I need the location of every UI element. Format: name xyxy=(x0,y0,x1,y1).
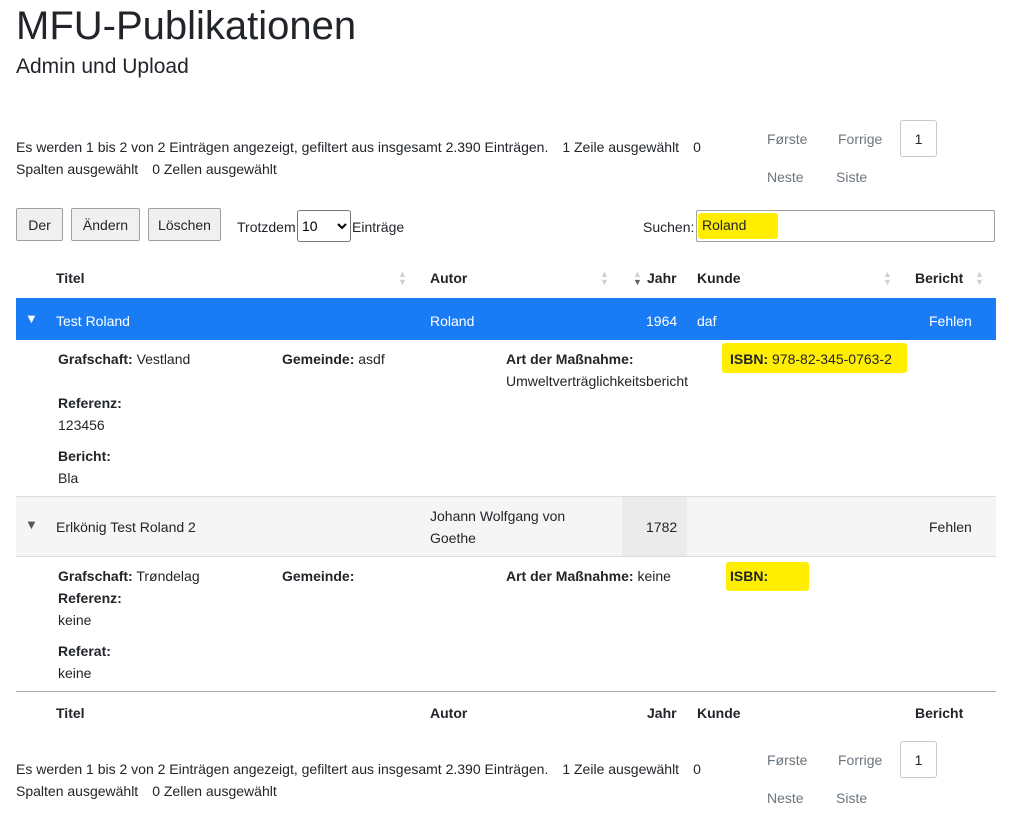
delete-button[interactable]: Löschen xyxy=(148,208,221,241)
info-text: Es werden 1 bis 2 von 2 Einträgen angeze… xyxy=(16,761,549,777)
detail-gemeinde: Gemeinde: xyxy=(282,568,355,584)
new-button[interactable]: Der xyxy=(16,208,63,241)
collapse-icon[interactable]: ▼ xyxy=(25,517,38,532)
column-header-autor[interactable]: Autor xyxy=(430,270,467,286)
cols-selected: Spalten ausgewählt xyxy=(16,161,139,177)
pagination-previous[interactable]: Forrige xyxy=(838,752,882,768)
pagination-last[interactable]: Siste xyxy=(836,790,867,806)
detail-grafschaft: Grafschaft: Trøndelag xyxy=(58,568,200,584)
footer-header-autor: Autor xyxy=(430,705,468,721)
table-info: Es werden 1 bis 2 von 2 Einträgen angeze… xyxy=(16,136,716,180)
sort-icon: ▲ ▼ xyxy=(883,269,892,287)
detail-referenz: Referenz: 123456 xyxy=(58,395,122,433)
detail-grafschaft: Grafschaft: Vestland xyxy=(58,351,191,367)
column-header-kunde[interactable]: Kunde xyxy=(697,270,741,286)
cells-selected: 0 Zellen ausgewählt xyxy=(152,161,277,177)
column-header-jahr[interactable]: Jahr xyxy=(647,270,677,286)
rows-selected: 1 Zeile ausgewählt xyxy=(562,761,680,777)
cell-autor: Roland xyxy=(430,313,475,329)
zero-count: 0 xyxy=(693,761,701,777)
cell-titel: Erlkönig Test Roland 2 xyxy=(56,519,196,535)
detail-massnahme: Art der Maßnahme: keine xyxy=(506,568,671,584)
pagination-first[interactable]: Første xyxy=(767,131,807,147)
footer-header-titel: Titel xyxy=(56,705,85,721)
table-info-bottom: Es werden 1 bis 2 von 2 Einträgen angeze… xyxy=(16,758,716,802)
collapse-icon[interactable]: ▼ xyxy=(25,311,38,326)
detail-referat: Referat: keine xyxy=(58,643,111,681)
search-value: Roland xyxy=(702,217,747,233)
search-container: Roland xyxy=(696,210,995,242)
cells-selected: 0 Zellen ausgewählt xyxy=(152,783,277,799)
detail-isbn: ISBN: xyxy=(730,568,769,584)
column-header-bericht[interactable]: Bericht xyxy=(915,270,963,286)
length-select[interactable]: 10 xyxy=(297,210,351,242)
table-row[interactable] xyxy=(16,298,996,340)
pagination-page-1[interactable]: 1 xyxy=(900,120,937,157)
cell-jahr: 1782 xyxy=(646,519,678,535)
length-prefix: Trotzdem xyxy=(237,219,296,235)
cell-titel: Test Roland xyxy=(56,313,130,329)
pagination-last[interactable]: Siste xyxy=(836,169,867,185)
search-label: Suchen: xyxy=(643,219,695,235)
footer-header-jahr: Jahr xyxy=(647,705,677,721)
sort-icon: ▲ ▼ xyxy=(975,269,984,287)
page-subtitle: Admin und Upload xyxy=(16,55,189,78)
footer-header-bericht: Bericht xyxy=(915,705,964,721)
sort-icon: ▲ ▼ xyxy=(633,269,642,287)
detail-referenz: Referenz: keine xyxy=(58,590,122,628)
zero-count: 0 xyxy=(693,139,701,155)
sort-icon: ▲ ▼ xyxy=(600,269,609,287)
detail-bericht: Bericht: Bla xyxy=(58,448,111,486)
pagination-page-1[interactable]: 1 xyxy=(900,741,937,778)
footer-header-kunde: Kunde xyxy=(697,705,741,721)
rows-selected: 1 Zeile ausgewählt xyxy=(562,139,680,155)
detail-gemeinde: Gemeinde: asdf xyxy=(282,351,385,367)
edit-button[interactable]: Ändern xyxy=(71,208,140,241)
pagination-next[interactable]: Neste xyxy=(767,169,804,185)
info-text: Es werden 1 bis 2 von 2 Einträgen angeze… xyxy=(16,139,549,155)
cols-selected: Spalten ausgewählt xyxy=(16,783,139,799)
cell-kunde: daf xyxy=(697,313,717,329)
pagination-first[interactable]: Første xyxy=(767,752,807,768)
column-header-titel[interactable]: Titel xyxy=(56,270,85,286)
pagination-next[interactable]: Neste xyxy=(767,790,804,806)
pagination-previous[interactable]: Forrige xyxy=(838,131,882,147)
cell-bericht: Fehlen xyxy=(929,313,972,329)
cell-autor: Johann Wolfgang von Goethe xyxy=(430,508,566,546)
sort-icon: ▲ ▼ xyxy=(398,269,407,287)
cell-jahr: 1964 xyxy=(646,313,678,329)
detail-isbn: ISBN: 978-82-345-0763-2 xyxy=(730,351,892,367)
page-title: MFU-Publikationen xyxy=(16,4,357,48)
length-suffix: Einträge xyxy=(352,219,405,235)
cell-bericht: Fehlen xyxy=(929,519,972,535)
detail-massnahme: Art der Maßnahme: Umweltverträglichkeitsb… xyxy=(506,351,689,389)
